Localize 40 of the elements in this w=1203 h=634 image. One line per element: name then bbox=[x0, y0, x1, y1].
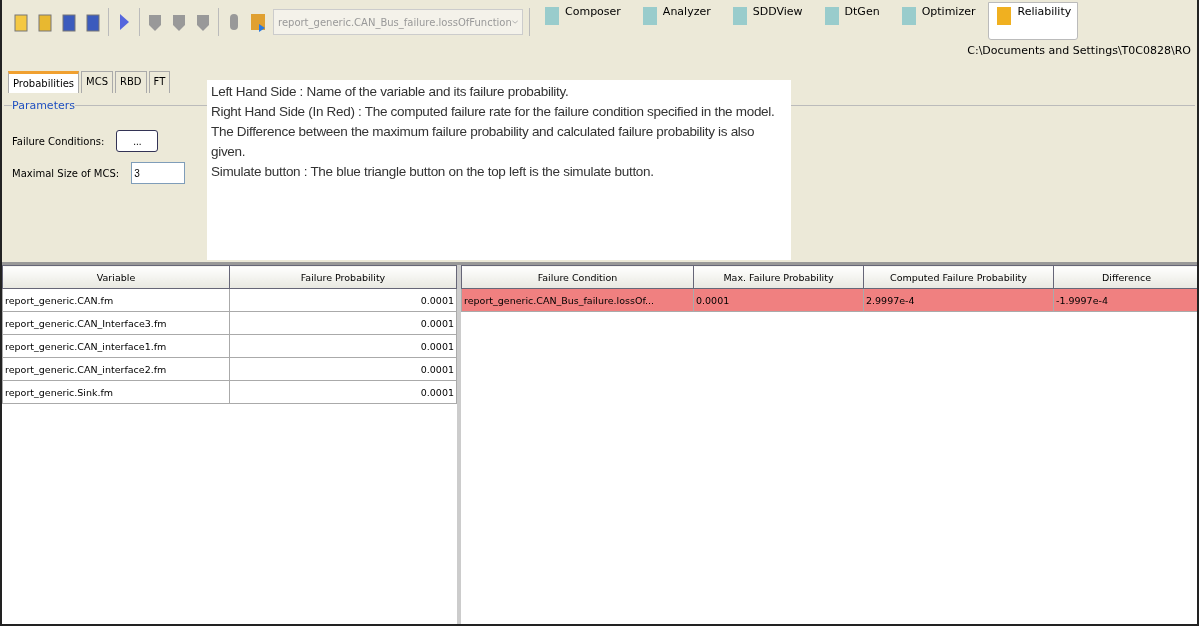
note-text: Simulate button : The blue triangle button on the top left is the simulate button. bbox=[211, 163, 655, 181]
note-text: Right Hand Side (In Red) : The computed failure rate for the failure condition specified in the model. The Difference between the maximum failure probability and calculated failure probability is also given. bbox=[211, 103, 776, 161]
table-cell: 0.0001 bbox=[229, 288, 457, 312]
field-label: Maximal Size of MCS: bbox=[12, 167, 120, 179]
tab[interactable]: RBD bbox=[115, 71, 147, 93]
module-tab[interactable]: Analyzer bbox=[633, 2, 718, 40]
table-cell: 2.9997e-4 bbox=[863, 288, 1054, 312]
table-cell: 0.0001 bbox=[229, 334, 457, 358]
table-cell: report_generic.CAN_Bus_failure.lossOf... bbox=[461, 288, 694, 312]
module-tab[interactable]: Composer bbox=[536, 2, 628, 40]
section-title: Parameters bbox=[12, 99, 75, 112]
table-cell: -1.9997e-4 bbox=[1053, 288, 1197, 312]
table-cell: 0.0001 bbox=[229, 380, 457, 404]
browse-button[interactable]: ... bbox=[116, 130, 159, 152]
column-header[interactable]: Max. Failure Probability bbox=[693, 265, 864, 289]
table-cell: report_generic.CAN_interface2.fm bbox=[2, 357, 230, 381]
chevron-down-icon bbox=[511, 19, 518, 25]
column-header[interactable]: Computed Failure Probability bbox=[863, 265, 1054, 289]
column-header[interactable]: Failure Condition bbox=[461, 265, 694, 289]
tab[interactable]: MCS bbox=[81, 71, 114, 93]
column-header[interactable]: Difference bbox=[1053, 265, 1197, 289]
field-label: Failure Conditions: bbox=[12, 135, 105, 147]
tab[interactable]: Probabilities bbox=[8, 71, 80, 93]
tab[interactable]: FT bbox=[148, 71, 171, 93]
module-tab[interactable]: Optimizer bbox=[892, 2, 983, 40]
module-tab[interactable]: SDDView bbox=[723, 2, 810, 40]
note-text: Left Hand Side : Name of the variable and its failure probability. bbox=[211, 83, 570, 101]
table-cell: report_generic.Sink.fm bbox=[2, 380, 230, 404]
module-tab[interactable]: Reliability bbox=[988, 2, 1079, 40]
table-cell: report_generic.CAN_Interface3.fm bbox=[2, 311, 230, 335]
table-cell: 0.0001 bbox=[693, 288, 864, 312]
path-label: C:\Documents and Settings\T0C0828\RO bbox=[967, 44, 1192, 59]
table-cell: report_generic.CAN_interface1.fm bbox=[2, 334, 230, 358]
module-tab[interactable]: DtGen bbox=[815, 2, 887, 40]
table-cell: 0.0001 bbox=[229, 357, 457, 381]
column-header[interactable]: Variable bbox=[2, 265, 230, 289]
table-cell: 0.0001 bbox=[229, 311, 457, 335]
input-field[interactable]: 3 bbox=[131, 162, 186, 184]
column-header[interactable]: Failure Probability bbox=[229, 265, 457, 289]
table-cell: report_generic.CAN.fm bbox=[2, 288, 230, 312]
